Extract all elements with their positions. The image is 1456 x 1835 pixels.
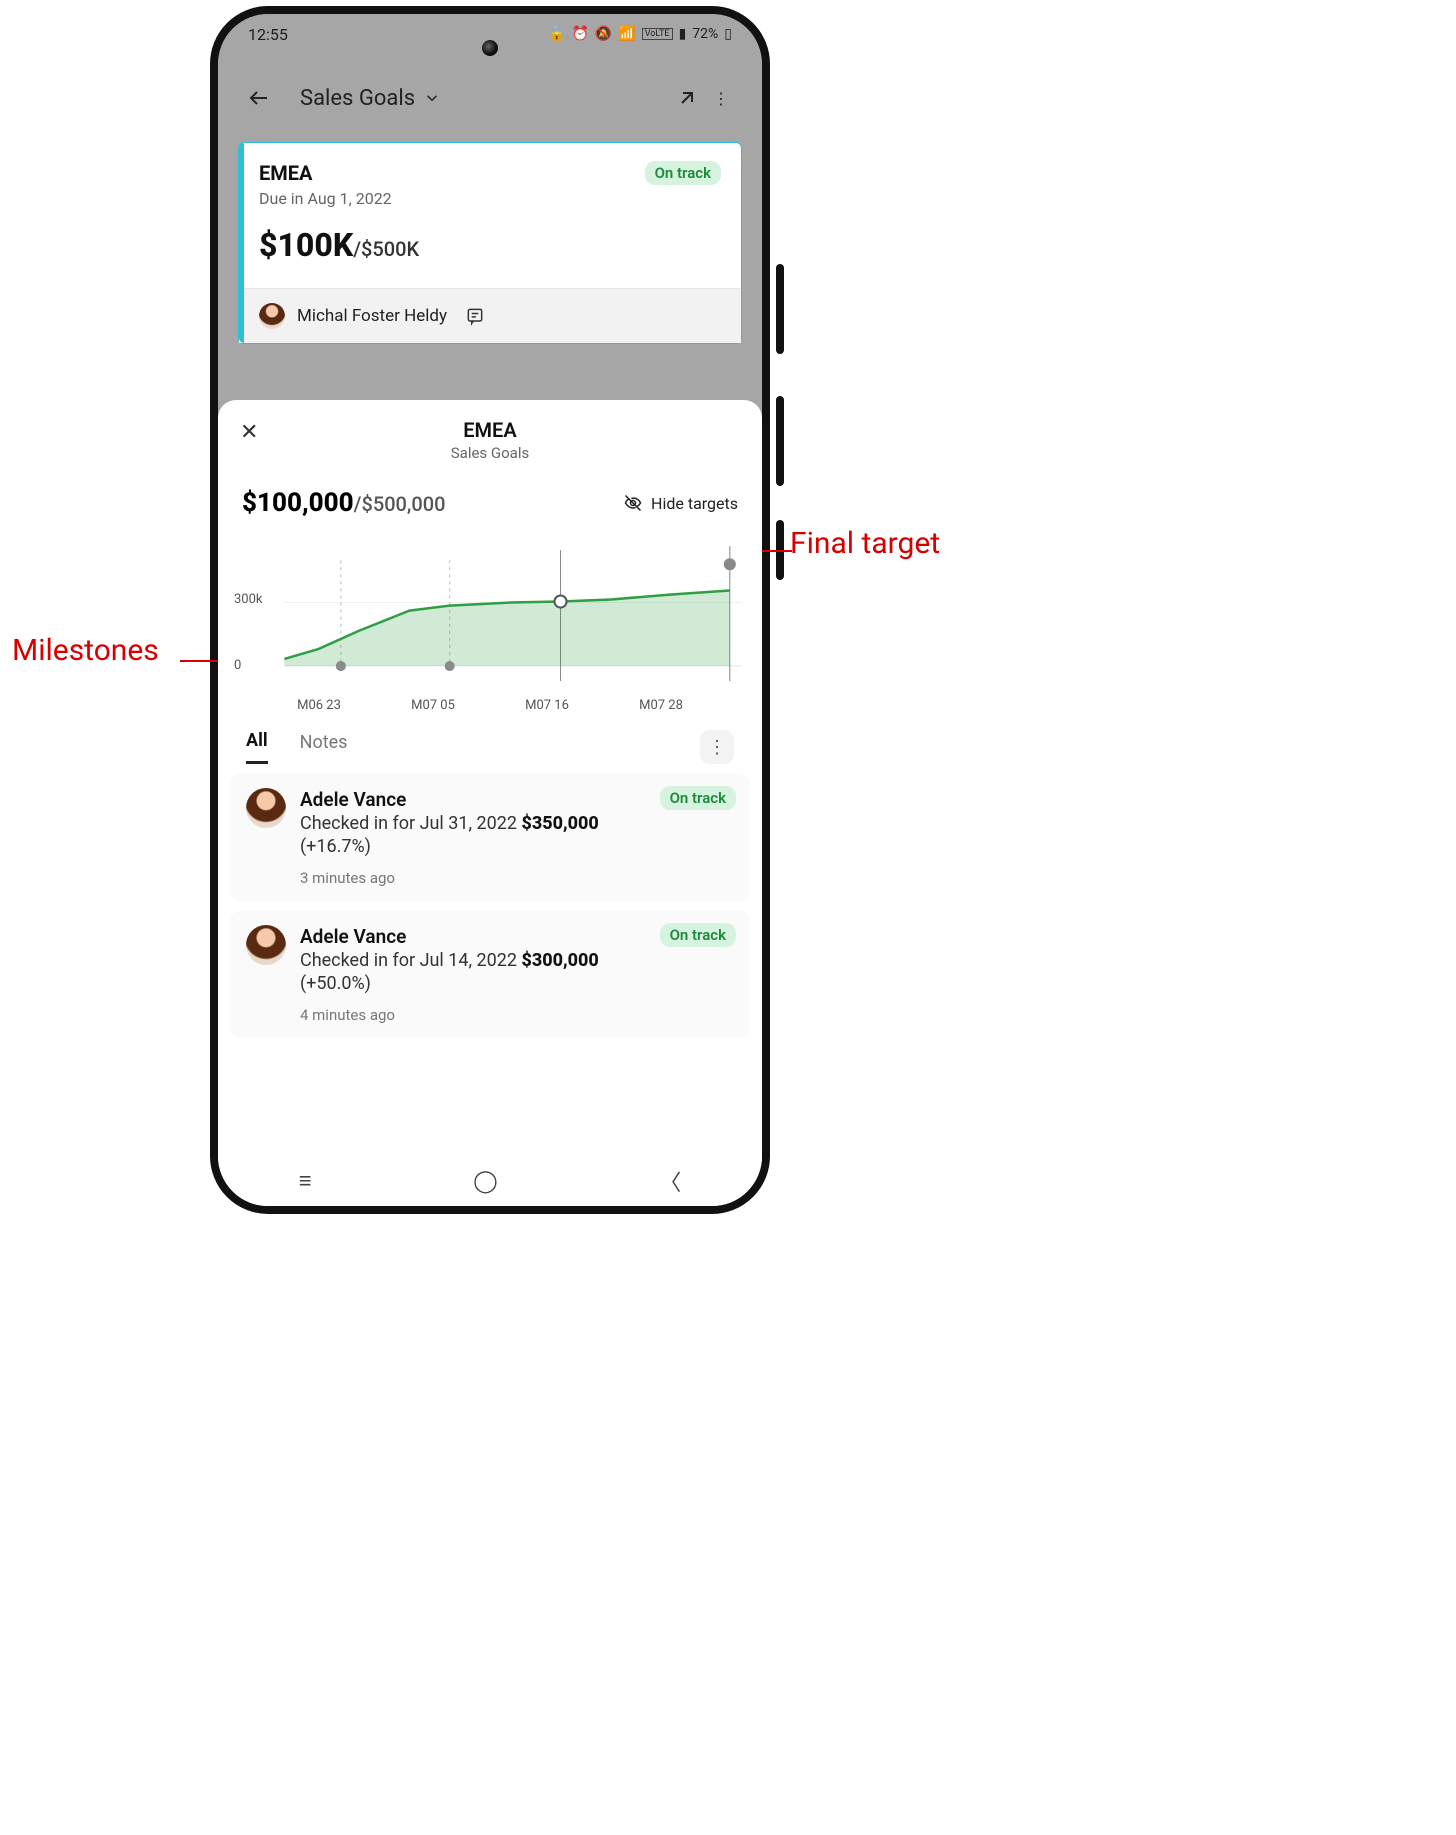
close-icon[interactable]: ✕ bbox=[240, 420, 258, 445]
more-vertical-icon[interactable]: ⋮ bbox=[704, 81, 738, 115]
goal-owner-row[interactable]: Michal Foster Heldy bbox=[239, 288, 741, 343]
checkin-list[interactable]: On track Adele Vance Checked in for Jul … bbox=[218, 764, 762, 1206]
annotation-milestones-label: Milestones bbox=[12, 633, 159, 668]
mute-icon: 🔕 bbox=[595, 26, 612, 42]
eye-off-icon bbox=[623, 493, 643, 513]
milestone-marker bbox=[336, 661, 346, 671]
status-badge: On track bbox=[660, 786, 736, 810]
nav-home-icon[interactable]: ◯ bbox=[473, 1169, 498, 1194]
status-right: 🔒 ⏰ 🔕 📶 VoLTE ▮ 72% ▯ bbox=[548, 26, 732, 42]
nav-recents-icon[interactable]: ≡ bbox=[299, 1168, 312, 1194]
battery-text: 72% bbox=[692, 26, 718, 42]
checkin-item[interactable]: On track Adele Vance Checked in for Jul … bbox=[230, 911, 750, 1038]
checkin-prefix: Checked in for Jul 14, 2022 bbox=[300, 950, 521, 971]
goal-card[interactable]: EMEA Due in Aug 1, 2022 On track $100K/$… bbox=[238, 142, 742, 344]
volte-icon: VoLTE bbox=[642, 28, 673, 40]
checkin-time: 3 minutes ago bbox=[300, 869, 734, 887]
sheet-target: /$500,000 bbox=[354, 492, 446, 516]
expand-icon[interactable] bbox=[670, 81, 704, 115]
x-tick: M06 23 bbox=[297, 698, 341, 720]
goal-owner-name: Michal Foster Heldy bbox=[297, 306, 447, 326]
android-navbar: ≡ ◯ 〈 bbox=[218, 1156, 762, 1206]
phone-camera-dot bbox=[482, 40, 498, 56]
sheet-amount: $100,000/$500,000 bbox=[242, 488, 446, 518]
sheet-tabs: All Notes ⋮ bbox=[218, 720, 762, 764]
nav-back-icon[interactable]: 〈 bbox=[659, 1165, 681, 1197]
checkin-prefix: Checked in for Jul 31, 2022 bbox=[300, 813, 521, 834]
checkin-amount: $350,000 bbox=[521, 813, 598, 834]
goal-detail-sheet: ✕ EMEA Sales Goals $100,000/$500,000 Hid… bbox=[218, 400, 762, 1206]
checkin-line: Checked in for Jul 14, 2022 $300,000 bbox=[300, 950, 734, 971]
avatar bbox=[259, 303, 285, 329]
wifi-icon: 📶 bbox=[618, 26, 635, 42]
app-header: Sales Goals ⋮ bbox=[218, 70, 762, 126]
back-icon[interactable] bbox=[242, 81, 276, 115]
status-badge: On track bbox=[645, 161, 721, 185]
goal-amount: $100K/$500K bbox=[259, 226, 721, 264]
goal-due: Due in Aug 1, 2022 bbox=[259, 189, 392, 208]
checkin-delta: (+50.0%) bbox=[300, 973, 734, 994]
avatar bbox=[246, 788, 286, 828]
tab-notes[interactable]: Notes bbox=[300, 732, 348, 763]
alarm-icon: ⏰ bbox=[571, 26, 588, 42]
annotation-final-target-label: Final target bbox=[790, 526, 940, 561]
battery-icon: ▯ bbox=[724, 26, 732, 42]
page-title-text: Sales Goals bbox=[300, 86, 415, 111]
checkin-line: Checked in for Jul 31, 2022 $350,000 bbox=[300, 813, 734, 834]
status-time: 12:55 bbox=[248, 25, 288, 44]
phone-volume-up bbox=[776, 396, 784, 486]
lock-icon: 🔒 bbox=[548, 26, 565, 42]
note-icon bbox=[465, 306, 485, 326]
chart-svg bbox=[228, 530, 752, 721]
tab-all[interactable]: All bbox=[246, 730, 268, 764]
signal-icon: ▮ bbox=[679, 26, 687, 42]
phone-frame: 12:55 🔒 ⏰ 🔕 📶 VoLTE ▮ 72% ▯ Sales Goals … bbox=[210, 6, 770, 1214]
hide-targets-label: Hide targets bbox=[651, 494, 738, 513]
checkin-time: 4 minutes ago bbox=[300, 1006, 734, 1024]
x-axis-ticks: M06 23 M07 05 M07 16 M07 28 bbox=[228, 698, 752, 720]
current-marker bbox=[554, 595, 566, 607]
status-badge: On track bbox=[660, 923, 736, 947]
sheet-title: EMEA bbox=[238, 418, 742, 442]
goal-name: EMEA bbox=[259, 161, 392, 185]
progress-chart[interactable]: 300k 0 bbox=[228, 530, 752, 720]
phone-power-button bbox=[776, 264, 784, 354]
checkin-item[interactable]: On track Adele Vance Checked in for Jul … bbox=[230, 774, 750, 901]
hide-targets-toggle[interactable]: Hide targets bbox=[623, 493, 738, 513]
final-target-marker bbox=[724, 558, 736, 570]
x-tick: M07 16 bbox=[525, 698, 569, 720]
milestone-marker bbox=[445, 661, 455, 671]
x-tick: M07 28 bbox=[639, 698, 683, 720]
checkin-amount: $300,000 bbox=[521, 950, 598, 971]
page-title[interactable]: Sales Goals bbox=[300, 86, 441, 111]
sheet-subtitle: Sales Goals bbox=[238, 444, 742, 462]
tab-more-icon[interactable]: ⋮ bbox=[700, 730, 734, 764]
checkin-delta: (+16.7%) bbox=[300, 836, 734, 857]
goal-target: /$500K bbox=[353, 237, 419, 261]
x-tick: M07 05 bbox=[411, 698, 455, 720]
sheet-value: $100,000 bbox=[242, 488, 354, 518]
chevron-down-icon bbox=[423, 89, 441, 107]
goal-value: $100K bbox=[259, 226, 353, 264]
avatar bbox=[246, 925, 286, 965]
